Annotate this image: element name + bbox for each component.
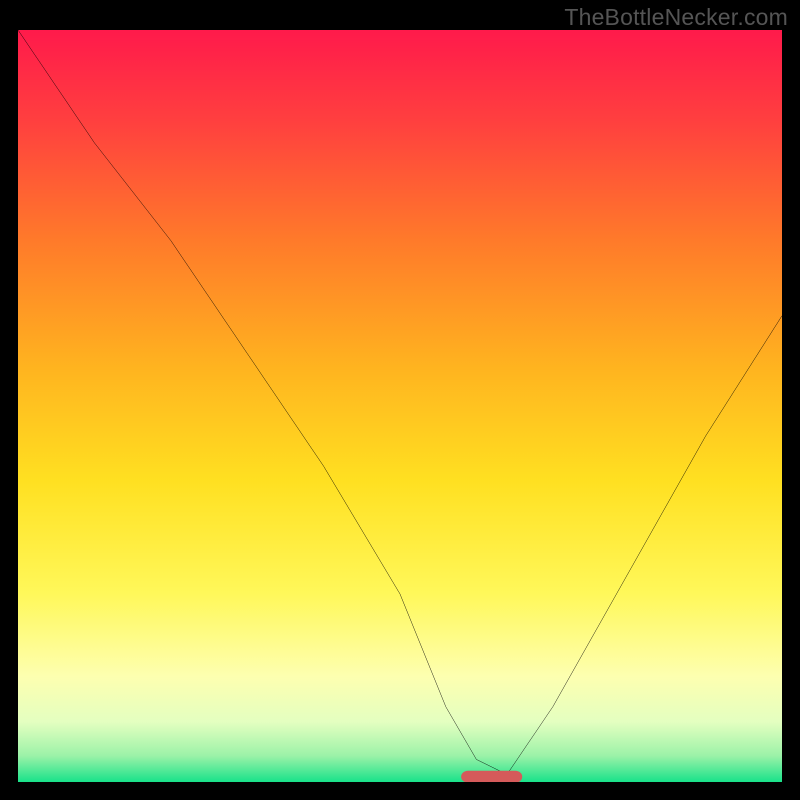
plot-area <box>18 30 782 782</box>
chart-frame: TheBottleNecker.com <box>0 0 800 800</box>
gradient-background <box>18 30 782 782</box>
chart-svg <box>18 30 782 782</box>
watermark-text: TheBottleNecker.com <box>564 4 788 31</box>
optimal-marker <box>461 771 522 782</box>
